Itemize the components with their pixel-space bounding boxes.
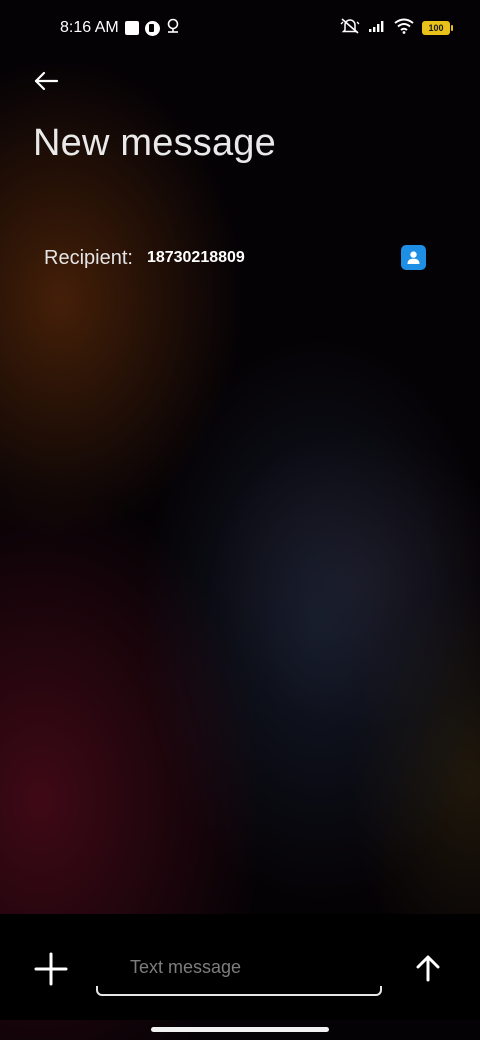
page-title: New message <box>33 122 276 164</box>
message-input[interactable] <box>96 944 382 990</box>
status-bar: 8:16 AM 100 <box>0 0 480 56</box>
message-field <box>96 944 382 996</box>
status-right: 100 <box>340 17 453 40</box>
recipient-value[interactable]: 18730218809 <box>147 249 245 267</box>
mute-icon <box>340 17 360 40</box>
status-left: 8:16 AM <box>60 18 180 39</box>
recipient-label: Recipient: <box>44 246 133 269</box>
plus-icon <box>34 952 68 986</box>
square-notification-icon <box>124 21 139 35</box>
attach-button[interactable] <box>30 948 72 990</box>
compose-bar <box>0 914 480 1020</box>
message-field-underline <box>96 986 382 996</box>
location-icon <box>166 18 180 39</box>
contact-picker-icon <box>407 251 420 264</box>
wifi-icon <box>394 18 414 39</box>
signal-icon <box>368 19 386 38</box>
app-notification-icon <box>144 20 160 36</box>
home-indicator[interactable] <box>151 1027 329 1032</box>
status-time: 8:16 AM <box>60 19 119 36</box>
battery-icon: 100 <box>422 21 453 35</box>
back-button[interactable] <box>28 64 64 98</box>
arrow-up-icon <box>416 955 440 982</box>
arrow-left-icon <box>34 71 59 91</box>
send-button[interactable] <box>408 948 448 988</box>
recipient-field[interactable]: Recipient: 18730218809 <box>44 240 434 276</box>
app-screen: 8:16 AM 100 New message Recipient: 18730… <box>0 0 480 1040</box>
battery-level: 100 <box>428 23 444 33</box>
contact-picker-button[interactable] <box>401 245 426 270</box>
